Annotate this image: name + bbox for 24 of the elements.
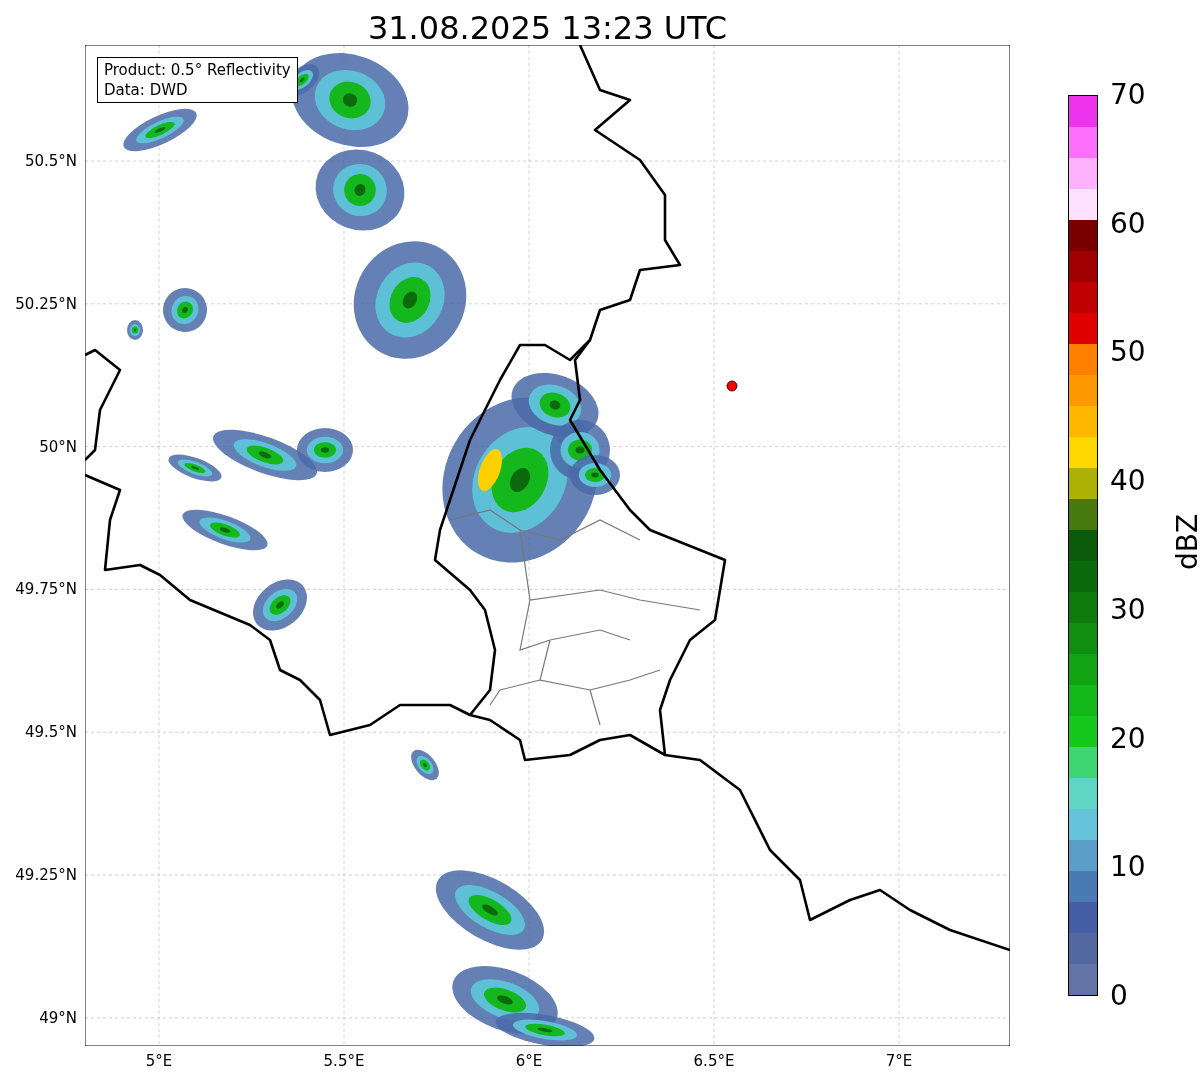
longitude-label: 7°E — [884, 1052, 914, 1070]
latitude-label: 49°N — [39, 1008, 77, 1027]
longitude-label: 5.5°E — [322, 1052, 366, 1070]
latitude-label: 49.75°N — [15, 580, 77, 599]
latitude-label: 50.5°N — [24, 152, 77, 170]
longitude-label: 6.5°E — [692, 1052, 736, 1070]
latitude-label: 50°N — [39, 437, 77, 456]
colorbar-tick-label: 60 — [1110, 208, 1146, 239]
latitude-label: 49.25°N — [15, 866, 77, 884]
colorbar-tick-label: 10 — [1110, 852, 1146, 883]
colorbar-tick-label: 50 — [1110, 337, 1146, 368]
colorbar-tick-label: 70 — [1110, 80, 1146, 110]
latitude-label: 50.25°N — [15, 294, 77, 313]
longitude-label: 6°E — [514, 1052, 544, 1070]
colorbar-tick-label: 40 — [1110, 466, 1146, 497]
colorbar-tick-label: 0 — [1110, 981, 1128, 1011]
colorbar-label: dBZ — [1173, 513, 1202, 571]
info-text: Data: DWD — [104, 80, 189, 100]
latitude-label: 49.5°N — [24, 723, 77, 742]
colorbar-tick-label: 30 — [1110, 594, 1146, 625]
longitude-label: 5°E — [144, 1052, 174, 1070]
colorbar-tick-label: 20 — [1110, 723, 1146, 754]
chart-title: 31.08.2025 13:23 UTC — [366, 8, 729, 49]
info-text: Product: 0.5° Reflectivity — [104, 60, 291, 80]
